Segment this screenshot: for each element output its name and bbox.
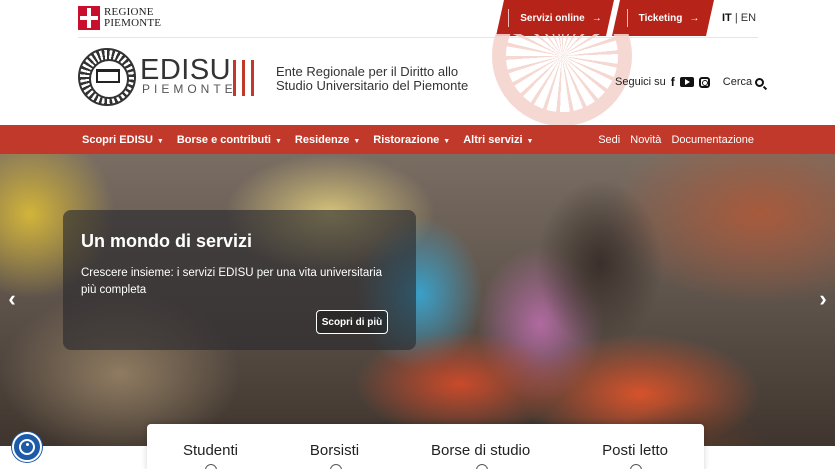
scopri-di-piu-button[interactable]: Scopri di più (316, 310, 388, 334)
accessibility-button[interactable] (12, 432, 42, 462)
carousel-next-icon[interactable]: › (815, 286, 831, 311)
nav-label: Residenze (294, 133, 350, 146)
facebook-icon[interactable]: f (671, 75, 675, 89)
nav-item-ristorazione[interactable]: Ristorazione ▼ (373, 134, 450, 146)
seguici-label: Seguici su (615, 76, 666, 88)
nav-item-altri-servizi[interactable]: Altri servizi ▼ (463, 134, 533, 146)
nav-item-residenze[interactable]: Residenze ▼ (295, 134, 360, 146)
social-and-search: Seguici su f Cerca (615, 75, 765, 89)
brand-bars (233, 60, 254, 96)
quick-link-borsisti[interactable]: Borsisti (310, 442, 359, 469)
ticketing-button[interactable]: Ticketing → (612, 0, 714, 36)
quick-link-borse-di-studio[interactable]: Borse di studio (431, 442, 530, 469)
nav-label: Borse e contributi (176, 133, 271, 146)
top-bar: REGIONE PIEMONTE Servizi online → Ticket… (0, 0, 835, 37)
caret-down-icon: ▼ (156, 137, 164, 145)
quick-link-posti-letto[interactable]: Posti letto (602, 442, 668, 469)
nav-label: Ristorazione (373, 133, 440, 146)
arrow-right-icon: → (591, 12, 602, 24)
ticketing-label: Ticketing (638, 12, 683, 24)
ente-line1: Ente Regionale per il Diritto allo (276, 64, 459, 79)
regione-line2: PIEMONTE (104, 17, 162, 29)
hero-title: Un mondo di servizi (81, 231, 253, 251)
language-switcher: IT | EN (722, 12, 756, 24)
caret-down-icon: ▼ (274, 137, 282, 145)
nav-item-borse-contributi[interactable]: Borse e contributi ▼ (177, 134, 282, 146)
instagram-icon[interactable] (698, 76, 710, 88)
ente-line2: Studio Universitario del Piemonte (276, 78, 469, 93)
quick-link-studenti[interactable]: Studenti (183, 442, 238, 469)
book-icon (96, 69, 120, 83)
nav-menu: Scopri EDISU ▼ Borse e contributi ▼ Reside… (82, 125, 533, 154)
search-label: Cerca (722, 76, 753, 88)
lang-en-link[interactable]: EN (741, 12, 756, 24)
nav-link-sedi[interactable]: Sedi (598, 134, 620, 146)
quick-links-panel: Studenti Borsisti Borse di studio Posti … (147, 424, 704, 469)
nav-secondary: Sedi Novità Documentazione (598, 125, 754, 154)
search-button[interactable]: Cerca (722, 76, 765, 88)
hero-text: Crescere insieme: i servizi EDISU per un… (81, 267, 383, 296)
regione-shield-icon (78, 6, 100, 30)
nav-item-scopri-edisu[interactable]: Scopri EDISU ▼ (82, 134, 164, 146)
ente-description: Ente Regionale per il Diritto allo Studi… (276, 65, 468, 93)
wheel-shape (492, 34, 632, 126)
page: REGIONE PIEMONTE Servizi online → Ticket… (0, 0, 835, 469)
nav-label: Scopri EDISU (82, 133, 153, 146)
nav-link-documentazione[interactable]: Documentazione (671, 134, 754, 146)
main-nav: Scopri EDISU ▼ Borse e contributi ▼ Reside… (0, 125, 835, 154)
regione-piemonte-logo[interactable]: REGIONE PIEMONTE (78, 6, 161, 30)
hero-caption-card: Un mondo di servizi Crescere insieme: i … (63, 210, 416, 350)
tab-separator (627, 9, 628, 27)
caret-down-icon: ▼ (353, 137, 361, 145)
servizi-online-label: Servizi online (520, 12, 585, 24)
brand-name[interactable]: EDISU (140, 55, 231, 85)
nav-link-novita[interactable]: Novità (630, 134, 661, 146)
youtube-icon[interactable] (679, 77, 694, 87)
caret-down-icon: ▼ (443, 137, 451, 145)
nav-label: Altri servizi (463, 133, 523, 146)
lang-separator: | (734, 12, 738, 24)
arrow-right-icon: → (689, 12, 700, 24)
servizi-online-button[interactable]: Servizi online → (496, 0, 614, 36)
brand-subtitle: PIEMONTE (142, 82, 237, 96)
regione-text: REGIONE PIEMONTE (104, 7, 161, 29)
tab-separator (508, 9, 509, 27)
lang-it-link[interactable]: IT (722, 12, 732, 24)
caret-down-icon: ▼ (526, 137, 534, 145)
accessibility-icon (19, 439, 35, 455)
header-divider (78, 37, 758, 38)
search-icon (755, 77, 765, 87)
carousel-prev-icon[interactable]: ‹ (4, 286, 20, 311)
hero-carousel: Un mondo di servizi Crescere insieme: i … (0, 154, 835, 446)
